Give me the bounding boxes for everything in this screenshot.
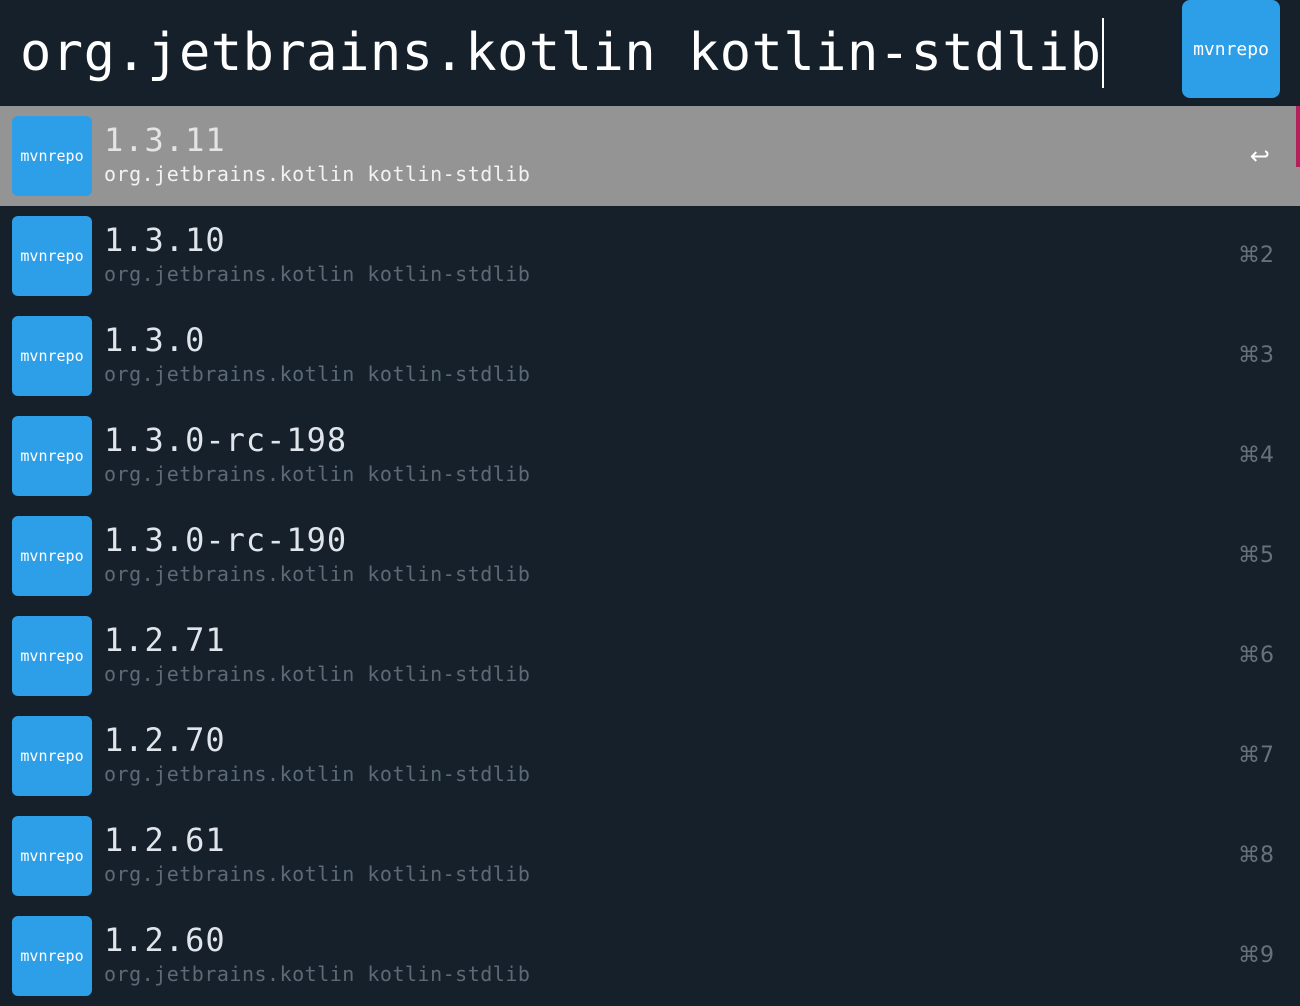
scroll-indicator[interactable] bbox=[1296, 106, 1300, 167]
return-key-icon: ↩ bbox=[1249, 142, 1270, 170]
search-input[interactable]: org.jetbrains.kotlin kotlin-stdlib bbox=[20, 18, 1105, 88]
result-version: 1.3.0-rc-190 bbox=[104, 521, 348, 559]
result-coordinates: org.jetbrains.kotlin kotlin-stdlib bbox=[104, 862, 531, 886]
mvnrepo-icon: mvnrepo bbox=[12, 216, 92, 296]
result-version: 1.3.10 bbox=[104, 221, 226, 259]
result-coordinates: org.jetbrains.kotlin kotlin-stdlib bbox=[104, 262, 531, 286]
result-coordinates: org.jetbrains.kotlin kotlin-stdlib bbox=[104, 662, 531, 686]
mvnrepo-icon: mvnrepo bbox=[12, 416, 92, 496]
result-version: 1.2.60 bbox=[104, 921, 226, 959]
mvnrepo-icon: mvnrepo bbox=[12, 316, 92, 396]
result-version: 1.3.0 bbox=[104, 321, 206, 359]
result-coordinates: org.jetbrains.kotlin kotlin-stdlib bbox=[104, 462, 531, 486]
results-list: mvnrepo 1.3.11 org.jetbrains.kotlin kotl… bbox=[0, 106, 1300, 1006]
mvnrepo-icon: mvnrepo bbox=[12, 516, 92, 596]
result-shortcut: ⌘8 bbox=[1238, 843, 1274, 868]
mvnrepo-icon: mvnrepo bbox=[12, 616, 92, 696]
result-shortcut: ⌘7 bbox=[1238, 743, 1274, 768]
result-row[interactable]: mvnrepo 1.2.71 org.jetbrains.kotlin kotl… bbox=[0, 606, 1300, 706]
result-row[interactable]: mvnrepo 1.3.0-rc-198 org.jetbrains.kotli… bbox=[0, 406, 1300, 506]
result-row[interactable]: mvnrepo 1.2.60 org.jetbrains.kotlin kotl… bbox=[0, 906, 1300, 1006]
text-caret bbox=[1102, 18, 1105, 88]
result-coordinates: org.jetbrains.kotlin kotlin-stdlib bbox=[104, 762, 531, 786]
result-coordinates: org.jetbrains.kotlin kotlin-stdlib bbox=[104, 162, 531, 186]
result-row[interactable]: mvnrepo 1.3.0-rc-190 org.jetbrains.kotli… bbox=[0, 506, 1300, 606]
result-coordinates: org.jetbrains.kotlin kotlin-stdlib bbox=[104, 362, 531, 386]
result-coordinates: org.jetbrains.kotlin kotlin-stdlib bbox=[104, 562, 531, 586]
mvnrepo-icon: mvnrepo bbox=[12, 916, 92, 996]
result-version: 1.2.70 bbox=[104, 721, 226, 759]
mvnrepo-icon: mvnrepo bbox=[12, 716, 92, 796]
result-version: 1.3.0-rc-198 bbox=[104, 421, 348, 459]
result-shortcut: ⌘2 bbox=[1238, 243, 1274, 268]
result-shortcut: ⌘3 bbox=[1238, 343, 1274, 368]
search-bar: org.jetbrains.kotlin kotlin-stdlib mvnre… bbox=[0, 0, 1300, 106]
mvnrepo-source-icon: mvnrepo bbox=[1182, 0, 1280, 98]
result-shortcut: ⌘4 bbox=[1238, 443, 1274, 468]
result-row[interactable]: mvnrepo 1.3.0 org.jetbrains.kotlin kotli… bbox=[0, 306, 1300, 406]
result-version: 1.2.61 bbox=[104, 821, 226, 859]
mvnrepo-icon: mvnrepo bbox=[12, 816, 92, 896]
result-version: 1.2.71 bbox=[104, 621, 226, 659]
result-shortcut: ⌘9 bbox=[1238, 943, 1274, 968]
result-row[interactable]: mvnrepo 1.3.10 org.jetbrains.kotlin kotl… bbox=[0, 206, 1300, 306]
result-version: 1.3.11 bbox=[104, 121, 226, 159]
result-row[interactable]: mvnrepo 1.3.11 org.jetbrains.kotlin kotl… bbox=[0, 106, 1300, 206]
mvnrepo-icon: mvnrepo bbox=[12, 116, 92, 196]
result-coordinates: org.jetbrains.kotlin kotlin-stdlib bbox=[104, 962, 531, 986]
result-shortcut: ⌘6 bbox=[1238, 643, 1274, 668]
search-query-text: org.jetbrains.kotlin kotlin-stdlib bbox=[20, 23, 1102, 83]
result-row[interactable]: mvnrepo 1.2.70 org.jetbrains.kotlin kotl… bbox=[0, 706, 1300, 806]
result-row[interactable]: mvnrepo 1.2.61 org.jetbrains.kotlin kotl… bbox=[0, 806, 1300, 906]
result-shortcut: ⌘5 bbox=[1238, 543, 1274, 568]
